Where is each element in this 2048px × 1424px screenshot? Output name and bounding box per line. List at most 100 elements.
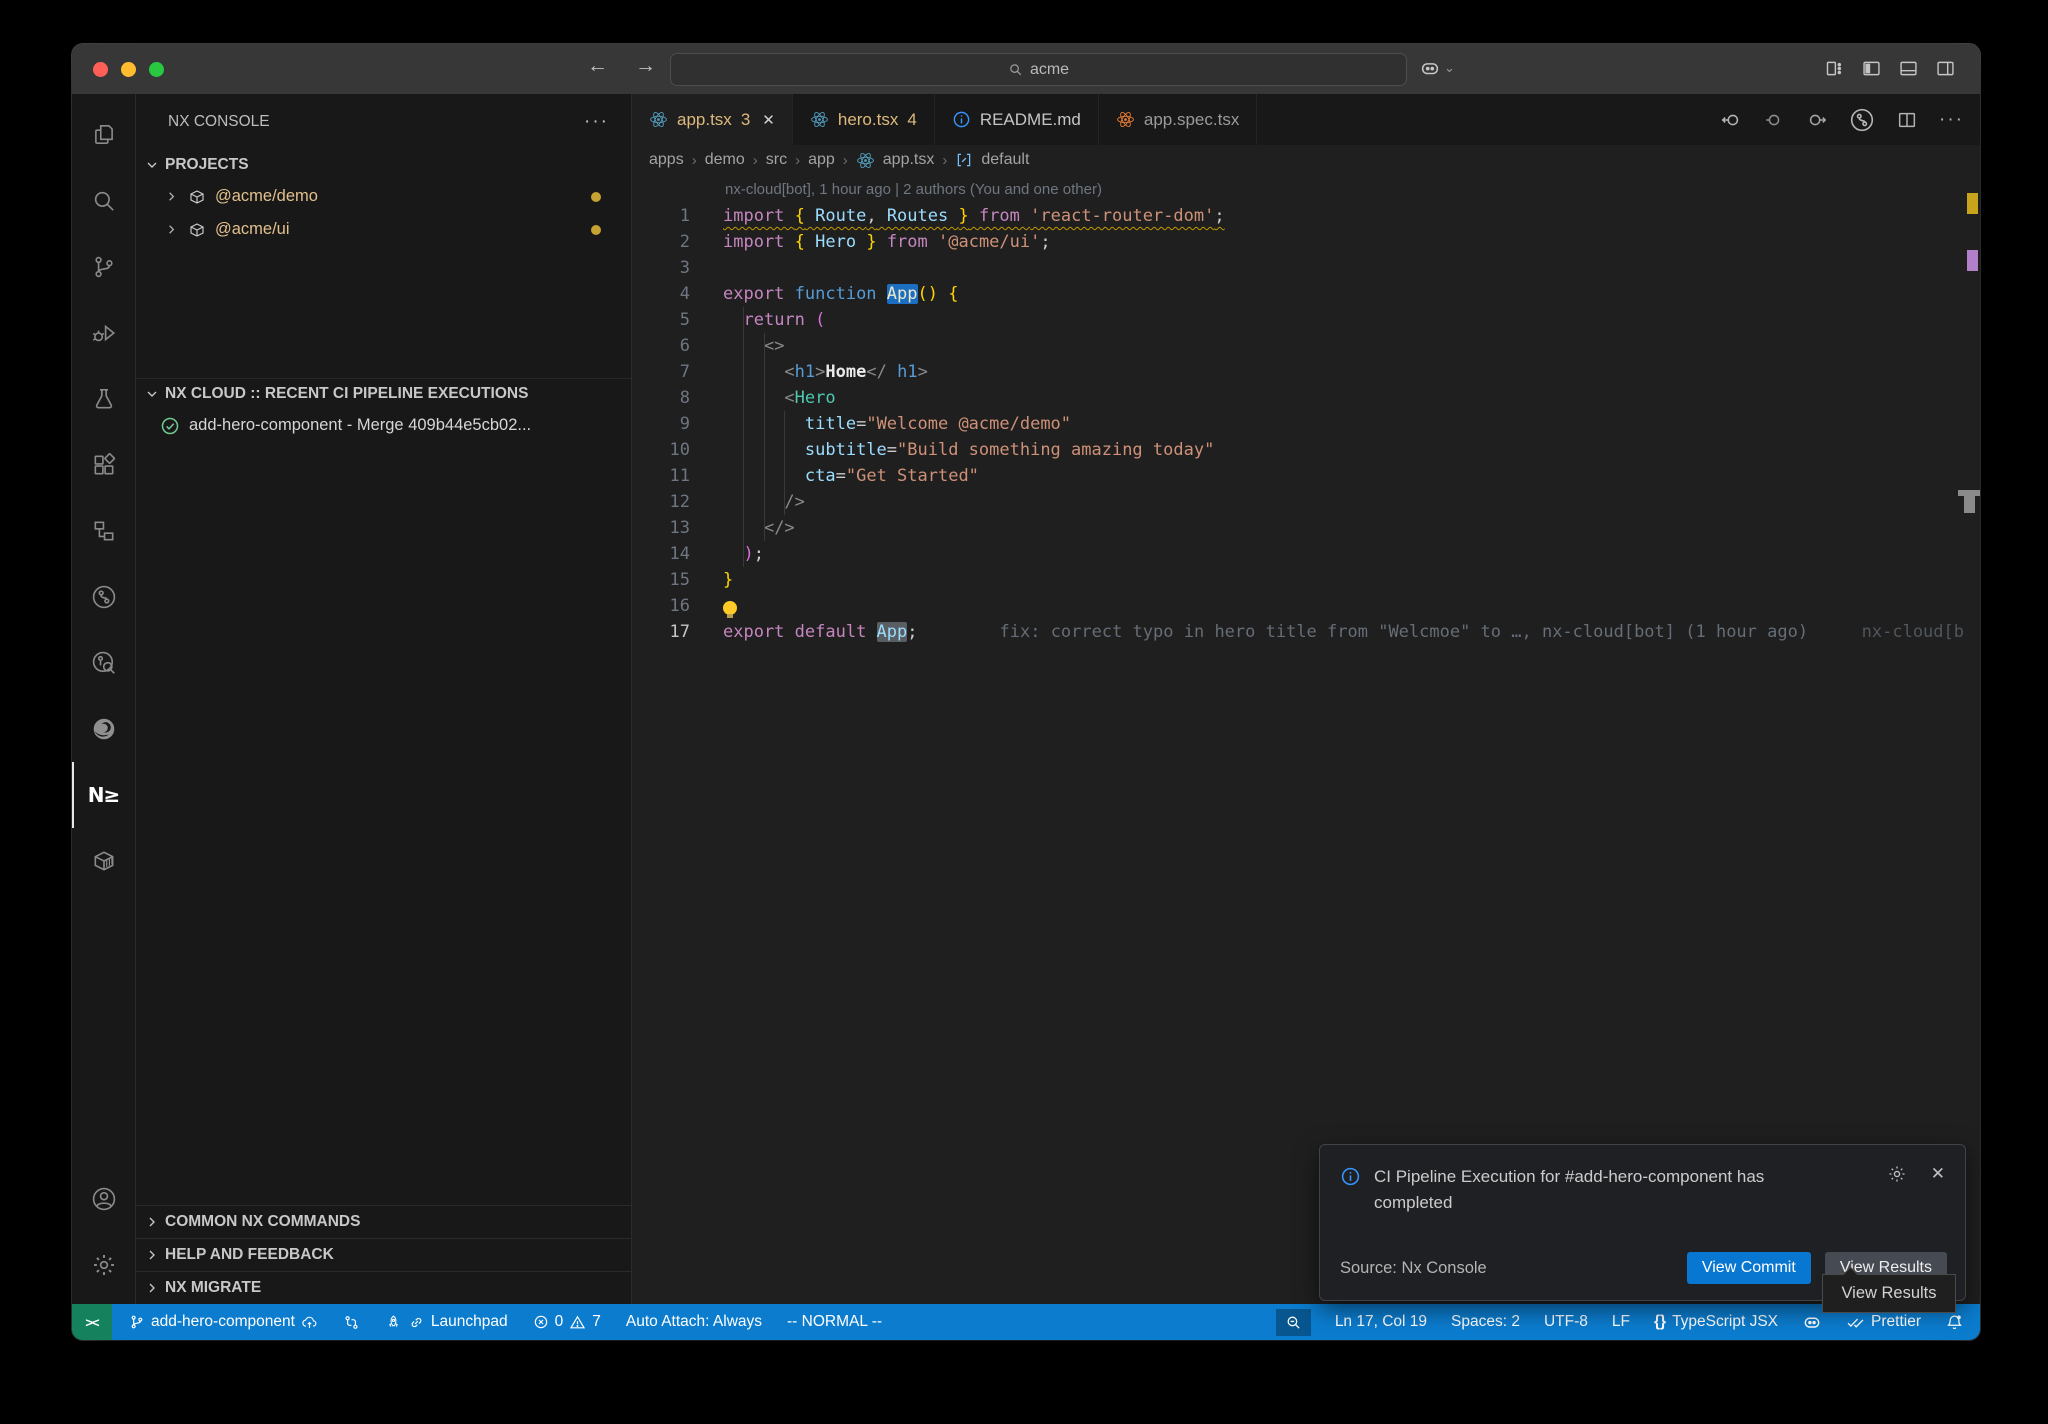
activity-item-commit-search[interactable] — [72, 630, 135, 696]
breadcrumb-separator: › — [843, 152, 848, 169]
toggle-secondary-sidebar-icon[interactable] — [1935, 58, 1956, 79]
code-line[interactable]: 9 title="Welcome @acme/demo" — [632, 411, 1980, 437]
breadcrumb-item-demo[interactable]: demo — [705, 151, 745, 169]
history-back-icon[interactable]: ← — [587, 54, 608, 78]
breadcrumb-item-app[interactable]: app — [808, 151, 835, 169]
activity-item-nx-console[interactable]: N≥ — [72, 762, 135, 828]
copilot-icon — [1802, 1312, 1822, 1332]
more-actions-icon[interactable]: ··· — [1939, 109, 1964, 131]
code-line[interactable]: 6 <> — [632, 333, 1980, 359]
chevron-down-icon — [144, 386, 160, 402]
tab-README.md[interactable]: README.md — [935, 94, 1099, 145]
language-status[interactable]: {} TypeScript JSX — [1654, 1313, 1778, 1331]
remote-indicator[interactable]: >< — [72, 1304, 112, 1340]
breadcrumb-item-app.tsx[interactable]: app.tsx — [883, 151, 935, 169]
nx-cloud-section-header[interactable]: NX CLOUD :: RECENT CI PIPELINE EXECUTION… — [136, 378, 631, 409]
code-line[interactable]: 3 — [632, 255, 1980, 281]
notifications-status[interactable] — [1945, 1313, 1964, 1332]
activity-item-run-debug[interactable] — [72, 300, 135, 366]
code-line[interactable]: 11 cta="Get Started" — [632, 463, 1980, 489]
tab-hero.tsx[interactable]: hero.tsx4 — [793, 94, 935, 145]
activity-item-hierarchy[interactable] — [72, 498, 135, 564]
more-actions-icon[interactable]: ··· — [584, 111, 609, 133]
activity-item-source-control[interactable] — [72, 234, 135, 300]
code-line[interactable]: 10 subtitle="Build something amazing tod… — [632, 437, 1980, 463]
launchpad-status[interactable]: Launchpad — [385, 1313, 508, 1331]
pipeline-execution-item[interactable]: add-hero-component - Merge 409b44e5cb02.… — [136, 409, 631, 442]
code-line[interactable]: 12 /> — [632, 489, 1980, 515]
indentation-status[interactable]: Spaces: 2 — [1451, 1313, 1520, 1331]
activity-item-explorer[interactable] — [72, 102, 135, 168]
line-number: 5 — [632, 307, 690, 333]
code-line[interactable]: 4export function App() { — [632, 281, 1980, 307]
section-common-nx-commands[interactable]: COMMON NX COMMANDS — [136, 1205, 631, 1238]
line-number: 14 — [632, 541, 690, 567]
tab-app.tsx[interactable]: app.tsx3✕ — [632, 94, 793, 145]
history-forward-icon[interactable]: → — [635, 54, 656, 78]
next-change-icon[interactable] — [1806, 109, 1828, 131]
activity-bar: N≥ — [72, 94, 136, 1304]
cursor-position-status[interactable]: Ln 17, Col 19 — [1335, 1313, 1427, 1331]
activity-item-testing[interactable] — [72, 366, 135, 432]
toggle-primary-sidebar-icon[interactable] — [1861, 58, 1882, 79]
activity-item-settings[interactable] — [72, 1232, 135, 1298]
activity-item-containers[interactable] — [72, 828, 135, 894]
scrollbar-handle[interactable] — [1964, 496, 1975, 513]
breadcrumb-item-default[interactable]: default — [981, 151, 1029, 169]
code-text: return ( — [723, 307, 825, 333]
git-branch-status[interactable]: add-hero-component — [129, 1313, 318, 1331]
react-icon — [856, 151, 875, 170]
code-line[interactable]: 5 return ( — [632, 307, 1980, 333]
notification-settings-icon[interactable] — [1887, 1164, 1907, 1184]
section-nx-migrate[interactable]: NX MIGRATE — [136, 1271, 631, 1304]
code-text: <Hero — [723, 385, 836, 411]
activity-item-edge-browser[interactable] — [72, 696, 135, 762]
copilot-status[interactable] — [1802, 1312, 1822, 1332]
code-line[interactable]: 15} — [632, 567, 1980, 593]
code-line[interactable]: 8 <Hero — [632, 385, 1980, 411]
eol-status[interactable]: LF — [1612, 1313, 1630, 1331]
toggle-panel-icon[interactable] — [1898, 58, 1919, 79]
code-line[interactable]: 16 — [632, 593, 1980, 619]
split-editor-icon[interactable] — [1896, 109, 1918, 131]
breadcrumb-item-apps[interactable]: apps — [649, 151, 684, 169]
section-help-and-feedback[interactable]: HELP AND FEEDBACK — [136, 1238, 631, 1271]
minimize-window-button[interactable] — [121, 62, 136, 77]
code-line[interactable]: 13 </> — [632, 515, 1980, 541]
tab-app.spec.tsx[interactable]: app.spec.tsx — [1099, 94, 1257, 145]
lightbulb-icon[interactable] — [723, 601, 737, 615]
copilot-menu[interactable]: ⌄ — [1419, 57, 1455, 79]
formatter-status[interactable]: Prettier — [1846, 1313, 1921, 1331]
code-line[interactable]: 17export default App;fix: correct typo i… — [632, 619, 1980, 645]
view-commit-button[interactable]: View Commit — [1687, 1252, 1811, 1284]
command-center-search[interactable]: acme — [670, 53, 1407, 86]
problems-status[interactable]: 0 7 — [533, 1313, 601, 1331]
code-line[interactable]: 14 ); — [632, 541, 1980, 567]
zoom-status[interactable] — [1276, 1309, 1311, 1336]
notification-close-icon[interactable]: ✕ — [1931, 1164, 1945, 1184]
maximize-window-button[interactable] — [149, 62, 164, 77]
close-window-button[interactable] — [93, 62, 108, 77]
auto-attach-status[interactable]: Auto Attach: Always — [626, 1313, 762, 1331]
close-tab-icon[interactable]: ✕ — [762, 111, 775, 129]
encoding-status[interactable]: UTF-8 — [1544, 1313, 1588, 1331]
inline-blame-annotation: fix: correct typo in hero title from "We… — [1000, 622, 1809, 642]
react-icon — [649, 110, 668, 129]
activity-item-extensions[interactable] — [72, 432, 135, 498]
prev-change-icon[interactable] — [1720, 109, 1742, 131]
code-line[interactable]: 7 <h1>Home</ h1> — [632, 359, 1980, 385]
code-area[interactable]: 1import { Route, Routes } from 'react-ro… — [632, 203, 1980, 1304]
current-change-icon[interactable] — [1763, 109, 1785, 131]
activity-item-search[interactable] — [72, 168, 135, 234]
activity-item-gitlens[interactable] — [72, 564, 135, 630]
project-item-acme-ui[interactable]: @acme/ui — [136, 213, 631, 246]
code-line[interactable]: 1import { Route, Routes } from 'react-ro… — [632, 203, 1980, 229]
code-line[interactable]: 2import { Hero } from '@acme/ui'; — [632, 229, 1980, 255]
breadcrumb-item-src[interactable]: src — [766, 151, 787, 169]
gitlens-graph-icon[interactable] — [1849, 107, 1875, 133]
project-item-acme-demo[interactable]: @acme/demo — [136, 180, 631, 213]
projects-section-header[interactable]: PROJECTS — [136, 150, 631, 180]
activity-item-account[interactable] — [72, 1166, 135, 1232]
customize-layout-icon[interactable] — [1824, 58, 1845, 79]
git-compare-status[interactable] — [343, 1314, 360, 1331]
